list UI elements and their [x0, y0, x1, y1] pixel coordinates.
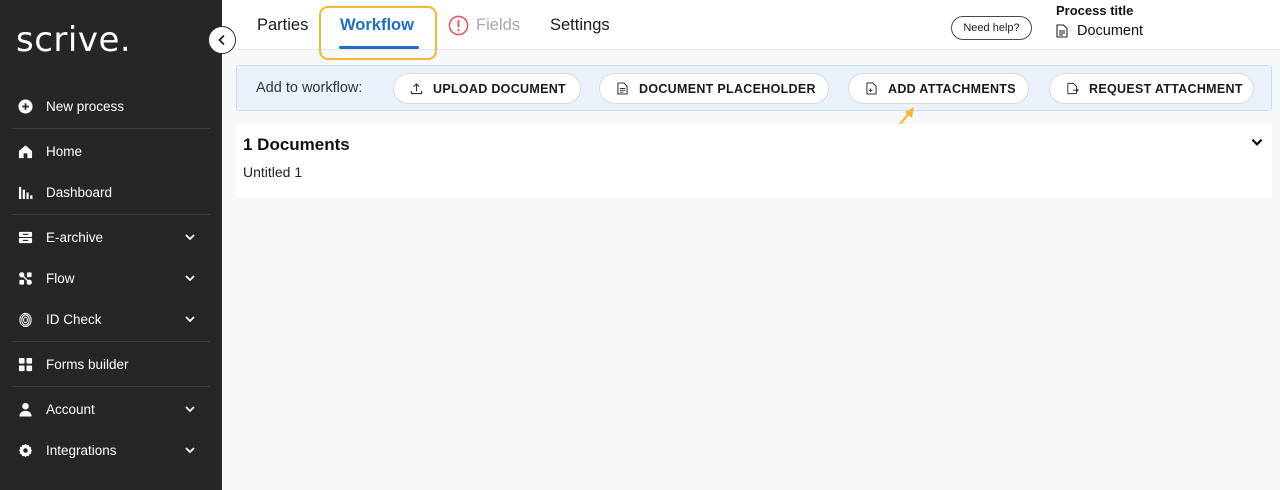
request-attachment-label: REQUEST ATTACHMENT — [1089, 81, 1243, 96]
home-icon — [17, 143, 33, 159]
sidebar-item-integrations[interactable]: Integrations — [0, 432, 222, 468]
upload-document-label: UPLOAD DOCUMENT — [433, 81, 566, 96]
sidebar-item-flow[interactable]: Flow — [0, 260, 222, 296]
sidebar-item-id-check[interactable]: ID Check — [0, 301, 222, 337]
chevron-down-icon — [185, 234, 195, 241]
chevron-down-icon — [185, 447, 195, 454]
sidebar-item-label: Dashboard — [46, 184, 113, 200]
add-to-workflow-label: Add to workflow: — [256, 80, 363, 96]
gear-icon — [17, 442, 33, 458]
sidebar-item-label: Home — [46, 143, 83, 159]
sidebar: scrive. New process Home Dashboard E-arc… — [0, 0, 222, 490]
warning-icon — [448, 15, 469, 41]
chevron-down-icon — [185, 316, 195, 323]
archive-icon — [17, 229, 33, 245]
sidebar-item-home[interactable]: Home — [0, 133, 222, 169]
sidebar-item-label: Forms builder — [46, 356, 129, 372]
tab-workflow[interactable]: Workflow — [340, 16, 414, 35]
sidebar-item-label: Integrations — [46, 442, 117, 458]
sidebar-item-e-archive[interactable]: E-archive — [0, 219, 222, 255]
process-document-label: Document — [1077, 23, 1144, 39]
plus-circle-icon — [17, 98, 33, 114]
document-list-item[interactable]: Untitled 1 — [243, 164, 302, 180]
sidebar-divider — [12, 386, 210, 387]
sidebar-item-new-process[interactable]: New process — [0, 88, 222, 124]
chevron-down-icon[interactable] — [1249, 134, 1265, 150]
grid-icon — [17, 356, 33, 372]
sidebar-divider — [12, 214, 210, 215]
upload-document-button[interactable]: UPLOAD DOCUMENT — [393, 73, 581, 104]
tab-parties[interactable]: Parties — [257, 16, 308, 35]
sidebar-item-forms-builder[interactable]: Forms builder — [0, 346, 222, 382]
collapse-sidebar-button[interactable] — [208, 26, 236, 54]
process-document[interactable]: Document — [1056, 23, 1143, 39]
sidebar-item-label: ID Check — [46, 311, 102, 327]
upload-icon — [410, 82, 423, 95]
request-attachment-icon — [1066, 82, 1079, 95]
document-placeholder-button[interactable]: DOCUMENT PLACEHOLDER — [599, 73, 829, 104]
document-placeholder-label: DOCUMENT PLACEHOLDER — [639, 81, 816, 96]
flow-icon — [17, 270, 33, 286]
add-to-workflow-bar: Add to workflow: UPLOAD DOCUMENT DOCUMEN… — [236, 65, 1272, 111]
person-icon — [17, 401, 33, 417]
tab-fields[interactable]: Fields — [476, 16, 520, 35]
process-title-label: Process title — [1056, 3, 1134, 18]
sidebar-item-label: New process — [46, 98, 125, 114]
top-bar: Parties Workflow Fields Settings Need he… — [222, 0, 1280, 60]
chevron-down-icon — [185, 406, 195, 413]
sidebar-item-label: Flow — [46, 270, 75, 286]
sidebar-divider — [12, 341, 210, 342]
bar-chart-icon — [17, 184, 33, 200]
attachment-icon — [865, 82, 878, 95]
sidebar-item-dashboard[interactable]: Dashboard — [0, 174, 222, 210]
fingerprint-icon — [17, 311, 33, 327]
need-help-button[interactable]: Need help? — [951, 16, 1032, 40]
active-tab-indicator — [339, 46, 419, 49]
sidebar-item-label: E-archive — [46, 229, 104, 245]
sidebar-item-account[interactable]: Account — [0, 391, 222, 427]
document-icon — [616, 82, 629, 95]
document-icon — [1056, 24, 1068, 38]
chevron-down-icon — [185, 275, 195, 282]
documents-title: 1 Documents — [243, 135, 350, 154]
sidebar-divider — [12, 128, 210, 129]
request-attachment-button[interactable]: REQUEST ATTACHMENT — [1049, 73, 1254, 104]
sidebar-item-label: Account — [46, 401, 95, 417]
tab-settings[interactable]: Settings — [550, 16, 610, 35]
add-attachments-label: ADD ATTACHMENTS — [888, 81, 1016, 96]
scrive-logo[interactable]: scrive. — [16, 20, 131, 60]
documents-panel: 1 Documents Untitled 1 — [236, 124, 1272, 198]
chevron-left-icon — [218, 34, 225, 46]
